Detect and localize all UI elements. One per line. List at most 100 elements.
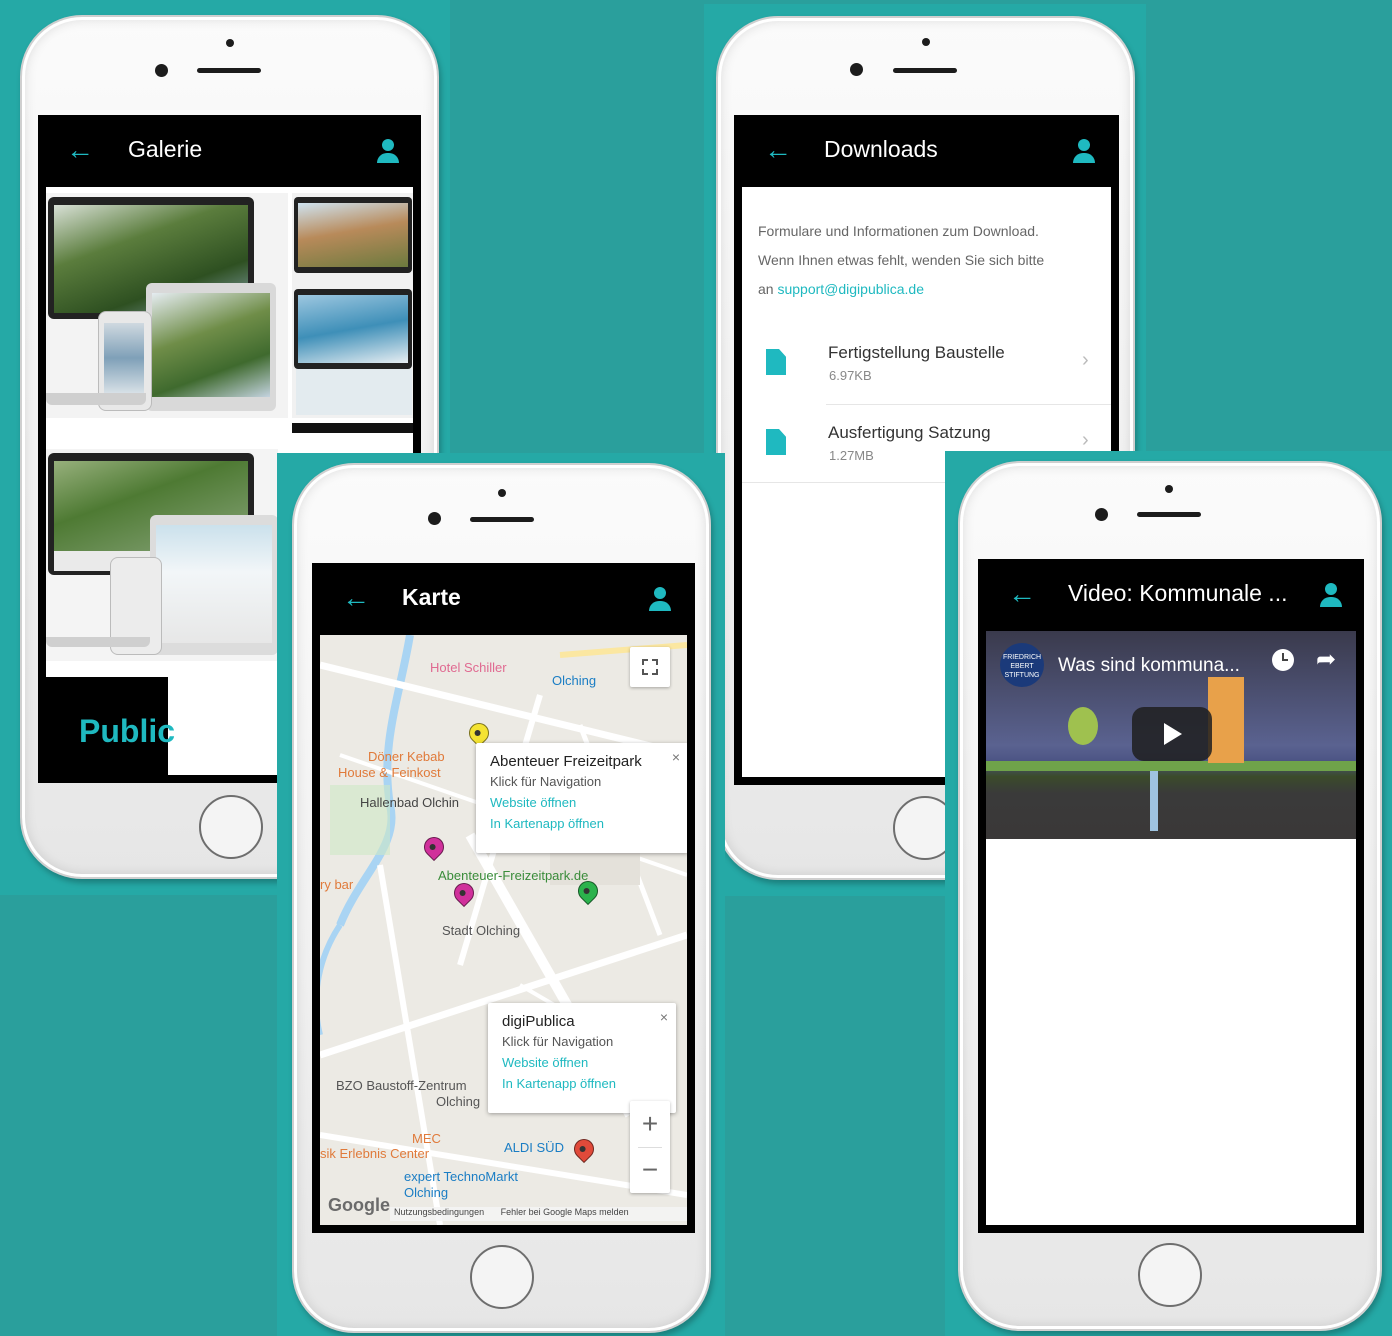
map-label: ry bar xyxy=(320,877,354,892)
info-subtitle: Klick für Navigation xyxy=(490,774,602,789)
grass-strip xyxy=(986,761,1356,771)
app-bar: ← Galerie xyxy=(38,115,421,187)
map-label: Olching xyxy=(436,1094,481,1109)
terms-link[interactable]: Nutzungsbedingungen xyxy=(394,1207,484,1217)
info-title: Abenteuer Freizeitpark xyxy=(490,753,642,770)
close-icon[interactable]: × xyxy=(672,749,680,765)
app-bar: ← Video: Kommunale ... xyxy=(978,559,1364,631)
chevron-right-icon: › xyxy=(1082,429,1089,451)
gallery-image[interactable] xyxy=(292,193,413,433)
support-email-link[interactable]: support@digipublica.de xyxy=(777,281,924,297)
user-icon[interactable] xyxy=(1071,137,1097,165)
house xyxy=(1208,677,1244,763)
intro-line: an support@digipublica.de xyxy=(758,281,924,297)
file-icon xyxy=(766,349,786,375)
front-sensor xyxy=(922,38,930,46)
speaker xyxy=(197,68,261,73)
user-icon[interactable] xyxy=(647,585,673,613)
info-window: Abenteuer Freizeitpark Klick für Navigat… xyxy=(476,743,687,853)
play-button[interactable] xyxy=(1132,707,1212,761)
gallery-caption: Public xyxy=(79,713,176,749)
info-window: digiPublica Klick für Navigation Website… xyxy=(488,1003,676,1113)
arrow-left-icon[interactable]: ← xyxy=(342,583,372,613)
map-footer: Nutzungsbedingungen Fehler bei Google Ma… xyxy=(390,1207,687,1221)
channel-logo: FRIEDRICH EBERT STIFTUNG xyxy=(1000,643,1044,687)
clock-icon[interactable] xyxy=(1272,649,1294,671)
front-camera xyxy=(428,512,441,525)
gallery-image[interactable]: Public xyxy=(46,677,175,775)
file-size: 1.27MB xyxy=(829,448,874,463)
video-player[interactable]: FRIEDRICH EBERT STIFTUNG Was sind kommun… xyxy=(986,631,1356,839)
map-label: MEC xyxy=(412,1131,441,1146)
close-icon[interactable]: × xyxy=(660,1009,668,1025)
play-icon xyxy=(1164,723,1182,745)
front-sensor xyxy=(1165,485,1173,493)
map-label: Hallenbad Olchin xyxy=(360,795,460,810)
map-app-link[interactable]: In Kartenapp öffnen xyxy=(502,1076,662,1091)
file-size: 6.97KB xyxy=(829,368,872,383)
website-link[interactable]: Website öffnen xyxy=(490,795,674,810)
intro-text: Formulare und Informationen zum Download… xyxy=(758,217,1102,304)
tree xyxy=(1068,707,1098,745)
google-logo: Google xyxy=(328,1195,390,1215)
home-button[interactable] xyxy=(199,795,263,859)
info-subtitle: Klick für Navigation xyxy=(502,1034,614,1049)
screen: ← Video: Kommunale ... FRIEDRICH EBERT S… xyxy=(978,559,1364,1233)
speaker xyxy=(470,517,534,522)
front-camera xyxy=(155,64,168,77)
arrow-left-icon[interactable]: ← xyxy=(764,135,794,165)
arrow-left-icon[interactable]: ← xyxy=(1008,579,1038,609)
info-title: digiPublica xyxy=(502,1013,575,1030)
phone-karte: ← Karte Hotel Schiller Olching Döner Keb… xyxy=(292,463,711,1333)
zoom-controls: + − xyxy=(630,1101,670,1193)
speaker xyxy=(893,68,957,73)
map-label: expert TechnoMarkt xyxy=(404,1169,518,1184)
chevron-right-icon: › xyxy=(1082,349,1089,371)
file-icon xyxy=(766,429,786,455)
map-label: Döner Kebab xyxy=(368,749,445,764)
intro-line: Formulare und Informationen zum Download… xyxy=(758,223,1039,239)
share-icon[interactable]: ➦ xyxy=(1316,645,1336,674)
map-label: Olching xyxy=(404,1185,449,1200)
map-view[interactable]: Hotel Schiller Olching Döner Kebab House… xyxy=(320,635,687,1225)
map-label: Hotel Schiller xyxy=(430,660,507,675)
front-camera xyxy=(1095,508,1108,521)
map-label: Olching xyxy=(552,673,597,688)
gallery-image[interactable] xyxy=(46,193,288,418)
front-sensor xyxy=(226,39,234,47)
list-item[interactable]: Fertigstellung Baustelle 6.97KB › xyxy=(742,327,1111,405)
front-camera xyxy=(850,63,863,76)
arrow-left-icon[interactable]: ← xyxy=(66,135,96,165)
page-title: Video: Kommunale ... xyxy=(1068,580,1288,606)
map-label: ALDI SÜD xyxy=(504,1140,564,1155)
intro-line: Wenn Ihnen etwas fehlt, wenden Sie sich … xyxy=(758,252,1045,268)
phone-video: ← Video: Kommunale ... FRIEDRICH EBERT S… xyxy=(958,461,1382,1331)
zoom-out-button[interactable]: − xyxy=(630,1147,670,1193)
map-app-link[interactable]: In Kartenapp öffnen xyxy=(490,816,674,831)
map-label: House & Feinkost xyxy=(338,765,441,780)
zoom-in-button[interactable]: + xyxy=(630,1101,670,1147)
video-title: Was sind kommuna... xyxy=(1058,655,1240,676)
page-title: Karte xyxy=(402,584,461,610)
file-name: Fertigstellung Baustelle xyxy=(828,343,1005,362)
user-icon[interactable] xyxy=(375,137,401,165)
report-link[interactable]: Fehler bei Google Maps melden xyxy=(501,1207,629,1217)
user-icon[interactable] xyxy=(1318,581,1344,609)
map-label: BZO Baustoff-Zentrum xyxy=(336,1078,467,1093)
file-name: Ausfertigung Satzung xyxy=(828,423,991,442)
page-title: Downloads xyxy=(824,136,938,162)
map-label: sik Erlebnis Center xyxy=(320,1146,430,1161)
gallery-image[interactable] xyxy=(46,449,278,661)
app-bar: ← Karte xyxy=(312,563,695,635)
screen: ← Karte Hotel Schiller Olching Döner Keb… xyxy=(312,563,695,1233)
fullscreen-icon[interactable] xyxy=(630,647,670,687)
home-button[interactable] xyxy=(1138,1243,1202,1307)
pipe xyxy=(1150,771,1158,831)
website-link[interactable]: Website öffnen xyxy=(502,1055,662,1070)
map-label: Abenteuer-Freizeitpark.de xyxy=(438,868,589,883)
home-button[interactable] xyxy=(470,1245,534,1309)
map-label: Stadt Olching xyxy=(442,923,521,938)
app-bar: ← Downloads xyxy=(734,115,1119,187)
front-sensor xyxy=(498,489,506,497)
page-title: Galerie xyxy=(128,136,203,162)
